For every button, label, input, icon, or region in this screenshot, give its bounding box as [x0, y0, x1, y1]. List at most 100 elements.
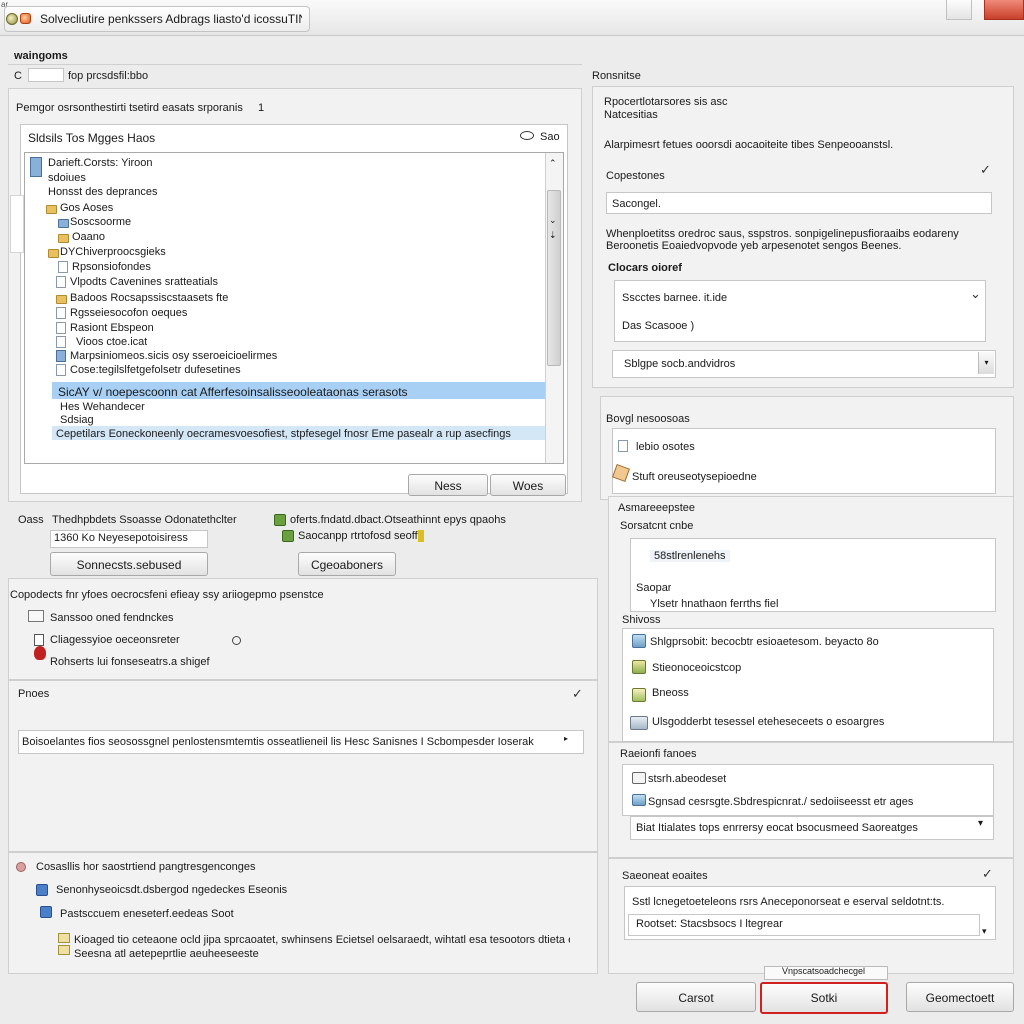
- tree-row[interactable]: Cose:tegilslfetgefolsetr dufesetines: [70, 364, 241, 376]
- status-dot-icon: [16, 862, 26, 872]
- file-icon: [58, 261, 68, 273]
- list1-item[interactable]: Stuft oreuseotysepioedne: [632, 471, 757, 483]
- group3-title: Cosasllis hor saostrtiend pangtresgencon…: [36, 861, 256, 873]
- group2-item[interactable]: Sanssoo oned fendnckes: [50, 612, 174, 624]
- list3-combo-value: Biat Itialates tops enrrersy eocat bsocu…: [636, 822, 918, 834]
- tree-row[interactable]: DYChiverproocsgieks: [60, 246, 410, 258]
- group3-item[interactable]: Pastsccuem eneseterf.eedeas Soot: [60, 908, 234, 920]
- list2-item2[interactable]: Stieonoceoicstcop: [652, 662, 741, 674]
- app-icon: [6, 13, 18, 25]
- options-label: Oass: [18, 514, 44, 526]
- list2-item[interactable]: Ylsetr hnathaon ferrths fiel: [650, 598, 778, 610]
- chevron-down-icon[interactable]: ✓: [982, 866, 993, 882]
- file-icon: [56, 336, 66, 348]
- tree-ok-button[interactable]: Ness: [408, 474, 488, 496]
- field2-label: Clocars oioref: [608, 262, 682, 274]
- top-option-checkbox[interactable]: [28, 68, 64, 82]
- close-button[interactable]: [984, 0, 1024, 20]
- chevron-down-icon[interactable]: ⌄: [970, 286, 981, 302]
- chevron-down-icon[interactable]: ✓: [572, 686, 583, 702]
- divider: [8, 64, 582, 65]
- ok-button[interactable]: Sotki: [760, 982, 888, 1014]
- sort-icon[interactable]: [520, 131, 534, 140]
- options-left-button[interactable]: Sonnecsts.sebused: [50, 552, 208, 576]
- tree-row[interactable]: Marpsiniomeos.sicis osy sseroeicioelirme…: [70, 350, 277, 362]
- sort-label[interactable]: Sao: [540, 131, 560, 143]
- folder-icon: [56, 295, 67, 304]
- list2-item2[interactable]: Ulsgodderbt tesessel eteheseceets o esoa…: [652, 716, 884, 728]
- scroll-pin-icon: ⇣: [549, 230, 557, 240]
- tree-row[interactable]: Rpsonsiofondes: [72, 261, 151, 273]
- scroll-up-icon[interactable]: ⌃: [549, 158, 557, 169]
- tree-row[interactable]: Rasiont Ebspeon: [70, 322, 154, 334]
- top-option-prefix: C: [14, 70, 22, 82]
- image-icon: [632, 660, 646, 674]
- group2-item[interactable]: Rohserts lui fonseseatrs.a shigef: [50, 656, 210, 668]
- combo-arrow-icon[interactable]: ▾: [978, 818, 983, 829]
- list3-box[interactable]: [622, 764, 994, 816]
- apply-button[interactable]: Geomectoett: [906, 982, 1014, 1012]
- options-right-text: oferts.fndatd.dbact.Otseathinnt epys qpa…: [290, 514, 506, 526]
- minimize-button[interactable]: [946, 0, 972, 20]
- tree-row[interactable]: Vlpodts Cavenines sratteatials: [70, 276, 218, 288]
- tree-row[interactable]: Vioos ctoe.icat: [76, 336, 147, 348]
- tree-row[interactable]: Badoos Rocsapssiscstaasets fte: [70, 292, 228, 304]
- tree-row[interactable]: sdoiues: [48, 172, 86, 184]
- scroll-down-icon[interactable]: ⌄: [549, 215, 557, 226]
- tree-row[interactable]: Honsst des deprances: [48, 186, 157, 198]
- checkbox-checked-icon[interactable]: [282, 530, 294, 542]
- list1-title: Bovgl nesoosoas: [606, 413, 690, 425]
- group2-title: Copodects fnr yfoes oecrocsfeni efieay s…: [10, 589, 324, 601]
- list3-item[interactable]: Sgnsad cesrsgte.Sbdrespicnrat./ sedoiise…: [648, 796, 913, 808]
- cancel-button[interactable]: Carsot: [636, 982, 756, 1012]
- tree-other-button[interactable]: Woes: [490, 474, 566, 496]
- info-icon: [418, 530, 424, 542]
- group2-item[interactable]: Cliagessyioe oeceonsreter: [50, 634, 180, 646]
- field1-input[interactable]: [606, 192, 992, 214]
- list4-title: Saeoneat eoaites: [622, 870, 708, 882]
- field1-value: Sacongel.: [612, 198, 661, 210]
- list1-item[interactable]: lebio osotes: [636, 441, 695, 453]
- tree-row[interactable]: Hes Wehandecer: [60, 401, 145, 413]
- window-title: Solvecliutire penkssers Adbrags liasto'd…: [40, 12, 302, 26]
- tree-row[interactable]: Sdsiag: [60, 414, 94, 426]
- file-icon: [56, 364, 66, 376]
- right-info: Alarpimesrt fetues ooorsdi aocaoiteite t…: [604, 139, 894, 151]
- field1-label: Copestones: [606, 170, 665, 182]
- proxy-input-value: Boisoelantes fios seosossgnel penlostens…: [22, 736, 534, 748]
- right-section-title: Ronsnitse: [592, 70, 641, 82]
- blue-square-icon: [36, 884, 48, 896]
- tree-row[interactable]: Gos Aoses: [60, 202, 113, 214]
- folder-icon: [46, 205, 57, 214]
- tooltip-text: Vnpscatsoadchecgel: [782, 966, 866, 976]
- field2-box[interactable]: [614, 280, 986, 342]
- chevron-down-icon[interactable]: ✓: [980, 162, 991, 178]
- list2-title: Asmareeepstee: [618, 502, 696, 514]
- list2-item[interactable]: Saopar: [636, 582, 671, 594]
- options-sub: 1360 Ko Neyesepotoisiress: [54, 532, 188, 544]
- radio-icon[interactable]: [232, 636, 241, 645]
- tree-row[interactable]: Cepetilars Eoneckoneenly oecramesvoesofi…: [56, 428, 516, 440]
- options-right-button[interactable]: Cgeoaboners: [298, 552, 396, 576]
- list2-item2[interactable]: Shlgprsobit: becocbtr esioaetesom. beyac…: [650, 636, 879, 648]
- left-section-title: waingoms: [14, 50, 68, 62]
- list3-item[interactable]: stsrh.abeodeset: [648, 773, 726, 785]
- list1-box[interactable]: [612, 428, 996, 494]
- tree-row[interactable]: Oaano: [72, 231, 105, 243]
- file-icon: [56, 322, 66, 334]
- tree-row[interactable]: Rgsseiesocofon oeques: [70, 307, 187, 319]
- combo-arrow-icon[interactable]: ▾: [978, 352, 994, 374]
- group3-note: Seesna atl aetepeprtlie aeuheeseeste: [74, 948, 259, 960]
- group3-item[interactable]: Senonhyseoicsdt.dsbergod ngedeckes Eseon…: [56, 884, 287, 896]
- dropdown-arrow-icon[interactable]: ▸: [564, 734, 568, 743]
- monitor-icon: [28, 610, 44, 622]
- checkbox-checked-icon[interactable]: [274, 514, 286, 526]
- tree-row[interactable]: Soscsoorme: [70, 216, 131, 228]
- tree-row-selected[interactable]: SicAY v/ noepescoonn cat Afferfesoinsali…: [58, 385, 543, 399]
- list2-item[interactable]: 58stlrenlenehs: [650, 550, 730, 562]
- combo-arrow-icon[interactable]: ▾: [982, 926, 987, 937]
- list2-subtitle: Sorsatcnt cnbe: [620, 520, 694, 532]
- proxy-title: Pnoes: [18, 688, 50, 700]
- list2-item2[interactable]: Bneoss: [652, 687, 689, 699]
- tree-row[interactable]: Darieft.Corsts: Yiroon: [48, 157, 153, 169]
